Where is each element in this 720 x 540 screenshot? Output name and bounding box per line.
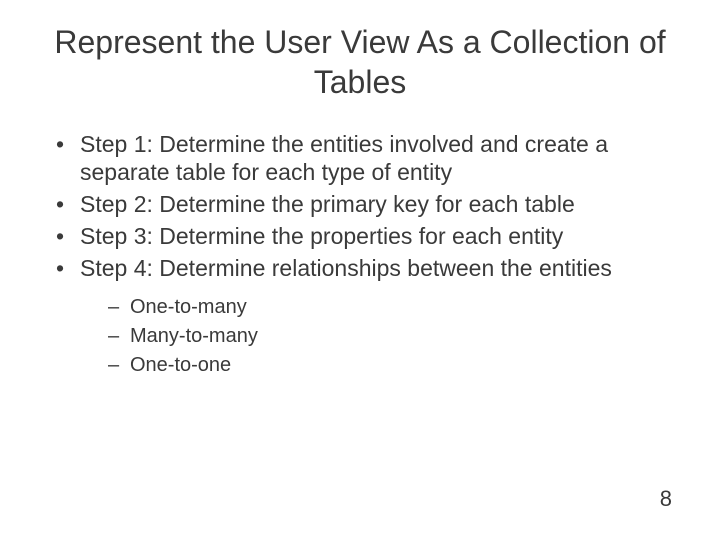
bullet-item: Step 2: Determine the primary key for ea… [56,190,680,218]
sub-bullet-item: Many-to-many [108,323,680,350]
sub-bullet-list: One-to-many Many-to-many One-to-one [80,294,680,379]
slide: Represent the User View As a Collection … [0,0,720,540]
bullet-item: Step 4: Determine relationships between … [56,254,680,379]
sub-bullet-item: One-to-one [108,352,680,379]
bullet-text: Step 4: Determine relationships between … [80,255,612,281]
bullet-list: Step 1: Determine the entities involved … [40,130,680,379]
sub-bullet-text: Many-to-many [130,325,258,347]
sub-bullet-text: One-to-one [130,354,231,376]
bullet-text: Step 3: Determine the properties for eac… [80,223,563,249]
bullet-item: Step 1: Determine the entities involved … [56,130,680,186]
bullet-item: Step 3: Determine the properties for eac… [56,222,680,250]
sub-bullet-text: One-to-many [130,296,247,318]
bullet-text: Step 2: Determine the primary key for ea… [80,191,575,217]
bullet-text: Step 1: Determine the entities involved … [80,131,608,185]
page-number: 8 [660,486,672,512]
sub-bullet-item: One-to-many [108,294,680,321]
slide-title: Represent the User View As a Collection … [40,22,680,102]
